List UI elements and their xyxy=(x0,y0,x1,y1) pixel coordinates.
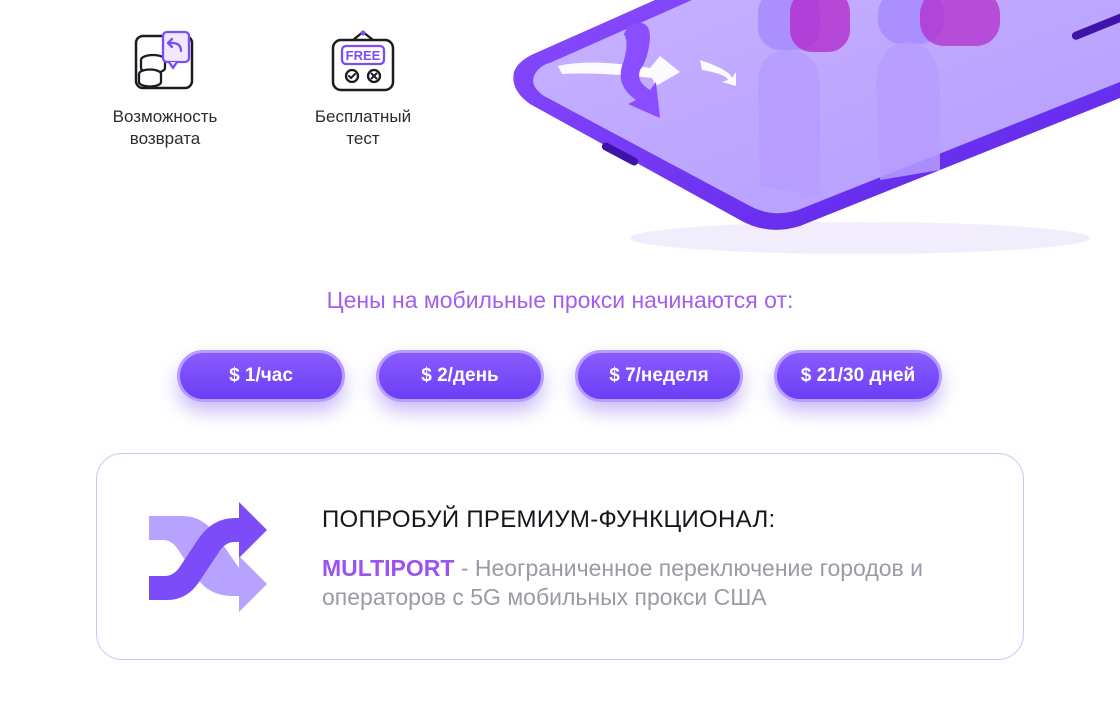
feature-refund-label: Возможность возврата xyxy=(112,107,218,148)
feature-free-test: FREE Бесплатный тест xyxy=(288,30,438,150)
price-pill-day[interactable]: $ 2/день xyxy=(376,350,544,402)
free-test-icon: FREE xyxy=(331,30,395,94)
feature-refund: Возможность возврата xyxy=(90,30,240,150)
price-pill-hour[interactable]: $ 1/час xyxy=(177,350,345,402)
phone-illustration xyxy=(500,0,1120,260)
feature-free-test-label: Бесплатный тест xyxy=(314,107,412,148)
prices-heading: Цены на мобильные прокси начинаются от: xyxy=(326,287,794,313)
free-badge-text: FREE xyxy=(346,48,381,63)
premium-title: ПОПРОБУЙ ПРЕМИУМ-ФУНКЦИОНАЛ: xyxy=(322,506,776,533)
shuffle-icon xyxy=(143,500,273,614)
price-pill-month[interactable]: $ 21/30 дней xyxy=(774,350,942,402)
refund-icon xyxy=(133,30,197,94)
price-pill-week[interactable]: $ 7/неделя xyxy=(575,350,743,402)
multiport-highlight: MULTIPORT xyxy=(322,555,455,581)
premium-description: MULTIPORT - Неограниченное переключение … xyxy=(322,554,1002,612)
premium-card: ПОПРОБУЙ ПРЕМИУМ-ФУНКЦИОНАЛ: MULTIPORT -… xyxy=(96,453,1024,660)
